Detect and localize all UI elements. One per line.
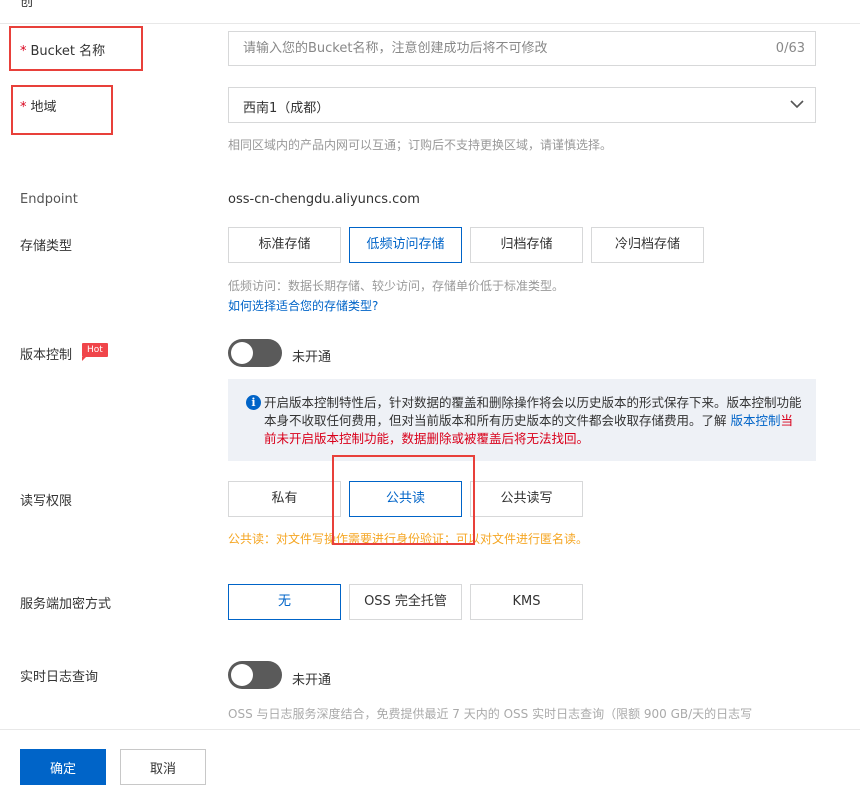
versioning-doc-link[interactable]: 版本控制 [731, 413, 781, 428]
info-icon: i [246, 395, 261, 410]
bucket-name-field[interactable]: 0/63 [228, 31, 816, 66]
annotation-box-region [11, 85, 113, 135]
encryption-label: 服务端加密方式 [20, 597, 112, 612]
storage-class-label: 存储类型 [20, 239, 73, 254]
encryption-option-oss-managed[interactable]: OSS 完全托管 [349, 584, 462, 620]
annotation-box-bucket-name [9, 26, 143, 71]
storage-option-archive[interactable]: 归档存储 [470, 227, 583, 263]
versioning-status: 未开通 [292, 350, 332, 365]
acl-label: 读写权限 [20, 494, 73, 509]
storage-option-standard[interactable]: 标准存储 [228, 227, 341, 263]
confirm-button[interactable]: 确定 [20, 749, 106, 785]
hot-badge: Hot [82, 343, 108, 361]
storage-class-hint: 低频访问：数据长期存储、较少访问，存储单价低于标准类型。 [228, 279, 565, 293]
region-hint: 相同区域内的产品内网可以互通；订购后不支持更换区域，请谨慎选择。 [228, 138, 613, 152]
versioning-label: 版本控制 [20, 348, 73, 363]
realtime-log-toggle[interactable] [228, 661, 282, 689]
dialog-header: 创 [0, 0, 860, 24]
toggle-knob [231, 664, 253, 686]
realtime-log-description: OSS 与日志服务深度结合，免费提供最近 7 天内的 OSS 实时日志查询（限额… [228, 707, 753, 721]
chevron-down-icon [790, 100, 804, 109]
versioning-notice: i 开启版本控制特性后，针对数据的覆盖和删除操作将会以历史版本的形式保存下来。版… [228, 379, 816, 461]
toggle-knob [231, 342, 253, 364]
bucket-name-input[interactable] [229, 32, 749, 65]
encryption-option-none[interactable]: 无 [228, 584, 341, 620]
char-counter: 0/63 [775, 41, 805, 56]
endpoint-value: oss-cn-chengdu.aliyuncs.com [228, 192, 420, 207]
dialog-title: 创 [20, 0, 34, 10]
cancel-button[interactable]: 取消 [120, 749, 206, 785]
storage-option-cold-archive[interactable]: 冷归档存储 [591, 227, 704, 263]
region-select[interactable]: 西南1（成都） [228, 87, 816, 123]
notice-text: 开启版本控制特性后，针对数据的覆盖和删除操作将会以历史版本的形式保存下来。版本控… [264, 395, 802, 446]
acl-option-private[interactable]: 私有 [228, 481, 341, 517]
dialog-footer: 确定 取消 [0, 729, 860, 788]
region-selected-value: 西南1（成都） [243, 101, 330, 116]
storage-option-ia[interactable]: 低频访问存储 [349, 227, 462, 263]
acl-option-public-read-write[interactable]: 公共读写 [470, 481, 583, 517]
realtime-log-label: 实时日志查询 [20, 670, 99, 685]
storage-class-help-link[interactable]: 如何选择适合您的存储类型? [228, 297, 378, 314]
annotation-box-public-read [332, 455, 475, 545]
encryption-option-kms[interactable]: KMS [470, 584, 583, 620]
realtime-log-status: 未开通 [292, 673, 332, 688]
versioning-toggle[interactable] [228, 339, 282, 367]
endpoint-label: Endpoint [20, 192, 78, 207]
